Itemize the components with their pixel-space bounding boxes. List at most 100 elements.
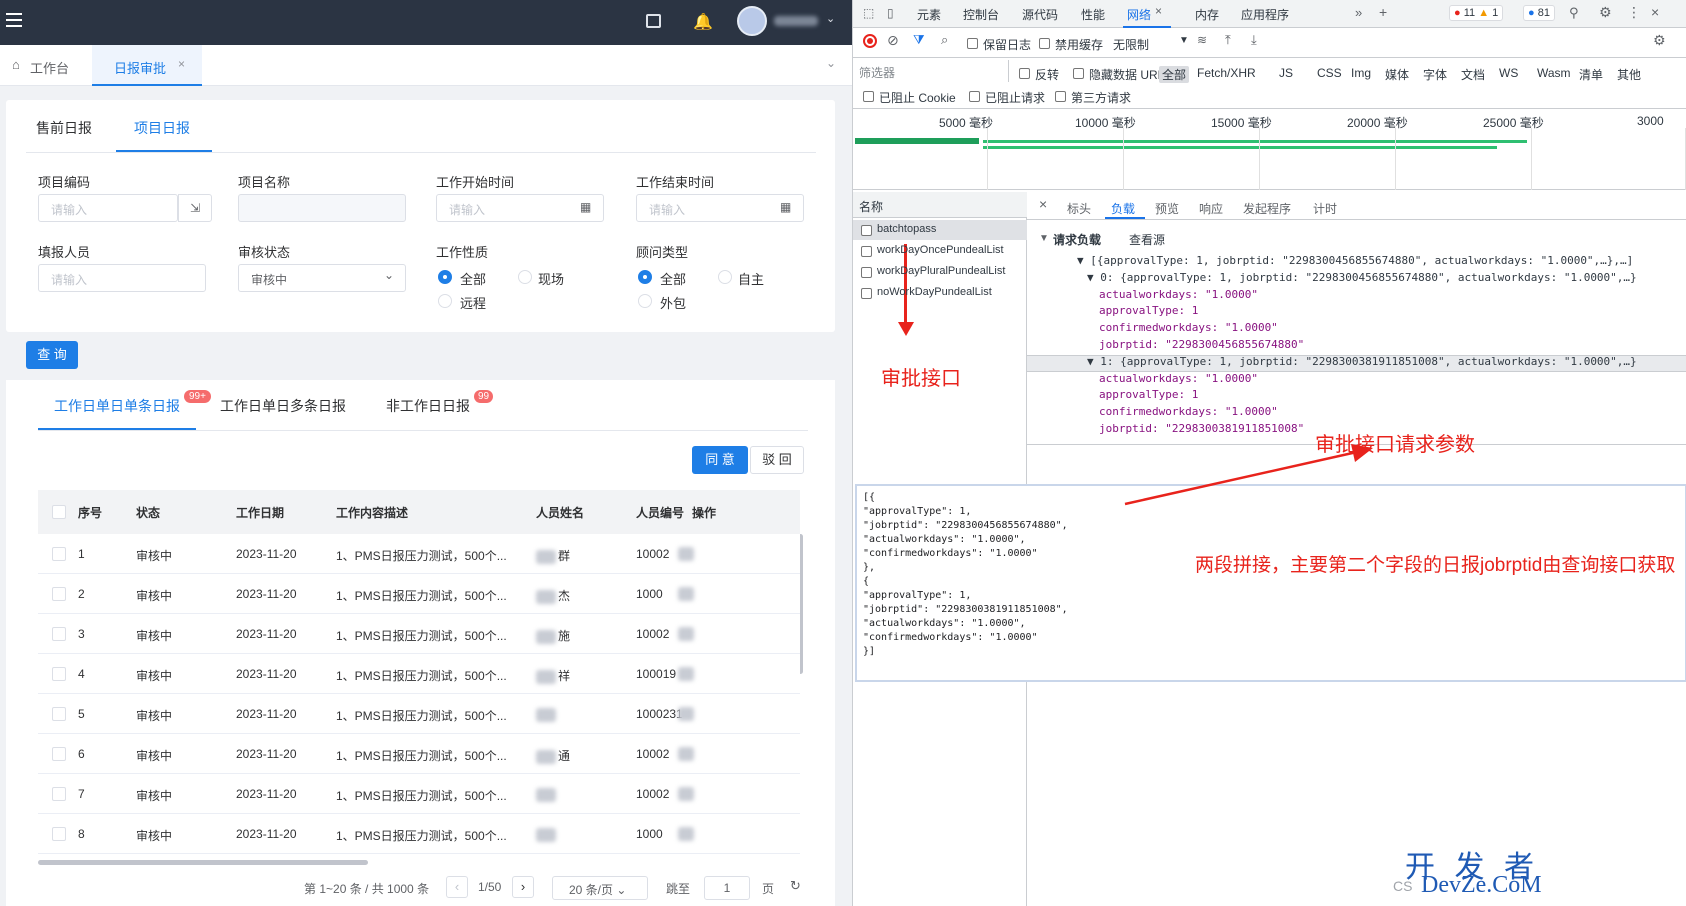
payload-line[interactable]: ▼ 0: {approvalType: 1, jobrptid: "229830… bbox=[1087, 271, 1637, 284]
row-checkbox[interactable] bbox=[52, 787, 66, 801]
row-checkbox[interactable] bbox=[52, 827, 66, 841]
disable-cache-checkbox[interactable] bbox=[1039, 38, 1050, 49]
add-tab-icon[interactable]: + bbox=[1379, 4, 1387, 20]
tab-active[interactable]: 日报审批 × bbox=[92, 45, 202, 86]
close-icon[interactable]: × bbox=[1155, 4, 1162, 18]
page-size-select[interactable]: 20 条/页 ⌄ bbox=[552, 876, 648, 900]
detail-tab[interactable]: 预览 bbox=[1155, 200, 1179, 217]
row-checkbox[interactable] bbox=[52, 587, 66, 601]
table-row[interactable]: 5 审核中 2023-11-20 1、PMS日报压力测试，500个... 1000231 bbox=[38, 694, 800, 734]
sub-tab-project[interactable]: 项目日报 bbox=[134, 118, 190, 138]
chevron-down-icon[interactable]: ⌄ bbox=[826, 12, 835, 25]
jump-input[interactable]: 1 bbox=[704, 876, 750, 900]
info-count-badge[interactable]: ● 81 bbox=[1523, 5, 1555, 21]
row-checkbox[interactable] bbox=[52, 667, 66, 681]
consultant-radio-all[interactable] bbox=[638, 270, 652, 284]
settings-icon[interactable]: ⚙ bbox=[1599, 4, 1612, 21]
type-filter[interactable]: 媒体 bbox=[1385, 66, 1409, 83]
type-filter[interactable]: JS bbox=[1279, 66, 1293, 80]
work-nature-radio-onsite[interactable] bbox=[518, 270, 532, 284]
close-icon[interactable]: × bbox=[178, 57, 185, 71]
type-filter[interactable]: Img bbox=[1351, 66, 1371, 80]
request-item[interactable]: workDayOncePundealList bbox=[877, 244, 1004, 256]
report-tab-multi[interactable]: 工作日单日多条日报 bbox=[220, 396, 346, 416]
invert-checkbox[interactable] bbox=[1019, 68, 1030, 79]
reject-button[interactable]: 驳 回 bbox=[750, 446, 804, 474]
blocked-request-checkbox[interactable] bbox=[969, 91, 980, 102]
type-filter[interactable]: 全部 bbox=[1159, 66, 1190, 83]
more-icon[interactable]: ⋮ bbox=[1627, 4, 1641, 21]
network-settings-icon[interactable]: ⚙ bbox=[1653, 32, 1666, 49]
end-time-input[interactable]: 请输入 bbox=[636, 194, 804, 222]
type-filter[interactable]: CSS bbox=[1317, 66, 1342, 80]
bell-icon[interactable]: 🔔 bbox=[693, 12, 713, 32]
filter-input[interactable]: 筛选器 bbox=[853, 60, 1009, 82]
refresh-icon[interactable]: ↻ bbox=[790, 878, 801, 894]
request-checkbox[interactable] bbox=[861, 246, 872, 257]
work-nature-radio-all[interactable] bbox=[438, 270, 452, 284]
more-tabs-icon[interactable]: » bbox=[1355, 5, 1362, 20]
tab-home[interactable]: 工作台 bbox=[30, 58, 69, 77]
devtools-tab[interactable]: 网络 bbox=[1127, 6, 1151, 23]
table-row[interactable]: 6 审核中 2023-11-20 1、PMS日报压力测试，500个... 10002 通 bbox=[38, 734, 800, 774]
table-row[interactable]: 4 审核中 2023-11-20 1、PMS日报压力测试，500个... 100019 祥 bbox=[38, 654, 800, 694]
request-item[interactable]: batchtopass bbox=[877, 223, 936, 235]
type-filter[interactable]: 文档 bbox=[1461, 66, 1485, 83]
view-source-link[interactable]: 查看源 bbox=[1129, 231, 1165, 248]
close-icon[interactable]: × bbox=[1039, 196, 1047, 212]
type-filter[interactable]: WS bbox=[1499, 66, 1518, 80]
table-row[interactable]: 8 审核中 2023-11-20 1、PMS日报压力测试，500个... 1000 bbox=[38, 814, 800, 854]
request-checkbox[interactable] bbox=[861, 225, 872, 236]
devtools-tab[interactable]: 内存 bbox=[1195, 6, 1219, 23]
inspect-icon[interactable]: ⬚ bbox=[863, 6, 874, 20]
sub-tab-presales[interactable]: 售前日报 bbox=[36, 118, 92, 138]
table-row[interactable]: 3 审核中 2023-11-20 1、PMS日报压力测试，500个... 10002 施 bbox=[38, 614, 800, 654]
payload-line[interactable]: ▼ [{approvalType: 1, jobrptid: "22983004… bbox=[1077, 254, 1633, 267]
filter-icon[interactable]: ⧩ bbox=[913, 32, 925, 48]
detail-tab[interactable]: 负载 bbox=[1111, 200, 1135, 217]
menu-toggle-icon[interactable] bbox=[6, 13, 22, 27]
avatar[interactable] bbox=[737, 6, 767, 36]
report-tab-nonwork[interactable]: 非工作日日报 bbox=[386, 396, 470, 416]
devtools-tab[interactable]: 应用程序 bbox=[1241, 6, 1289, 23]
chevron-down-icon[interactable]: ▼ bbox=[1179, 35, 1189, 46]
payload-line[interactable]: ▼ 1: {approvalType: 1, jobrptid: "229830… bbox=[1087, 355, 1637, 368]
download-icon[interactable]: ⤓ bbox=[1251, 32, 1257, 48]
message-icon[interactable] bbox=[646, 14, 661, 28]
prev-page-button[interactable]: ‹ bbox=[446, 876, 468, 898]
chevron-down-icon[interactable]: ⌄ bbox=[826, 56, 836, 70]
table-row[interactable]: 1 审核中 2023-11-20 1、PMS日报压力测试，500个... 10002 群 bbox=[38, 534, 800, 574]
type-filter[interactable]: Fetch/XHR bbox=[1197, 66, 1256, 80]
device-icon[interactable]: ▯ bbox=[887, 6, 894, 20]
reporter-input[interactable]: 请输入 bbox=[38, 264, 206, 292]
row-checkbox[interactable] bbox=[52, 747, 66, 761]
query-button[interactable]: 查 询 bbox=[26, 341, 78, 369]
detail-tab[interactable]: 标头 bbox=[1067, 200, 1091, 217]
detail-tab[interactable]: 响应 bbox=[1199, 200, 1223, 217]
throttle-select[interactable]: 无限制 bbox=[1113, 36, 1149, 53]
horizontal-scrollbar[interactable] bbox=[38, 860, 368, 865]
work-nature-radio-remote[interactable] bbox=[438, 294, 452, 308]
table-row[interactable]: 2 审核中 2023-11-20 1、PMS日报压力测试，500个... 1000 杰 bbox=[38, 574, 800, 614]
start-time-input[interactable]: 请输入 bbox=[436, 194, 604, 222]
table-row[interactable]: 7 审核中 2023-11-20 1、PMS日报压力测试，500个... 10002 bbox=[38, 774, 800, 814]
consultant-radio-outsource[interactable] bbox=[638, 294, 652, 308]
consultant-radio-self[interactable] bbox=[718, 270, 732, 284]
third-party-checkbox[interactable] bbox=[1055, 91, 1066, 102]
devtools-tab[interactable]: 性能 bbox=[1081, 6, 1105, 23]
record-icon[interactable] bbox=[863, 34, 877, 48]
search-icon[interactable]: ⌕ bbox=[941, 32, 948, 48]
hide-data-url-checkbox[interactable] bbox=[1073, 68, 1084, 79]
devtools-tab[interactable]: 源代码 bbox=[1022, 6, 1058, 23]
devtools-tab[interactable]: 元素 bbox=[917, 6, 941, 23]
detail-tab[interactable]: 发起程序 bbox=[1243, 200, 1291, 217]
blocked-cookie-checkbox[interactable] bbox=[863, 91, 874, 102]
row-checkbox[interactable] bbox=[52, 627, 66, 641]
type-filter[interactable]: 其他 bbox=[1617, 66, 1641, 83]
report-tab-single[interactable]: 工作日单日单条日报 bbox=[54, 396, 180, 416]
project-name-input[interactable] bbox=[238, 194, 406, 222]
upload-icon[interactable]: ⤒ bbox=[1225, 32, 1231, 48]
close-icon[interactable]: × bbox=[1651, 4, 1659, 20]
request-item[interactable]: workDayPluralPundealList bbox=[877, 265, 1005, 277]
preserve-log-checkbox[interactable] bbox=[967, 38, 978, 49]
